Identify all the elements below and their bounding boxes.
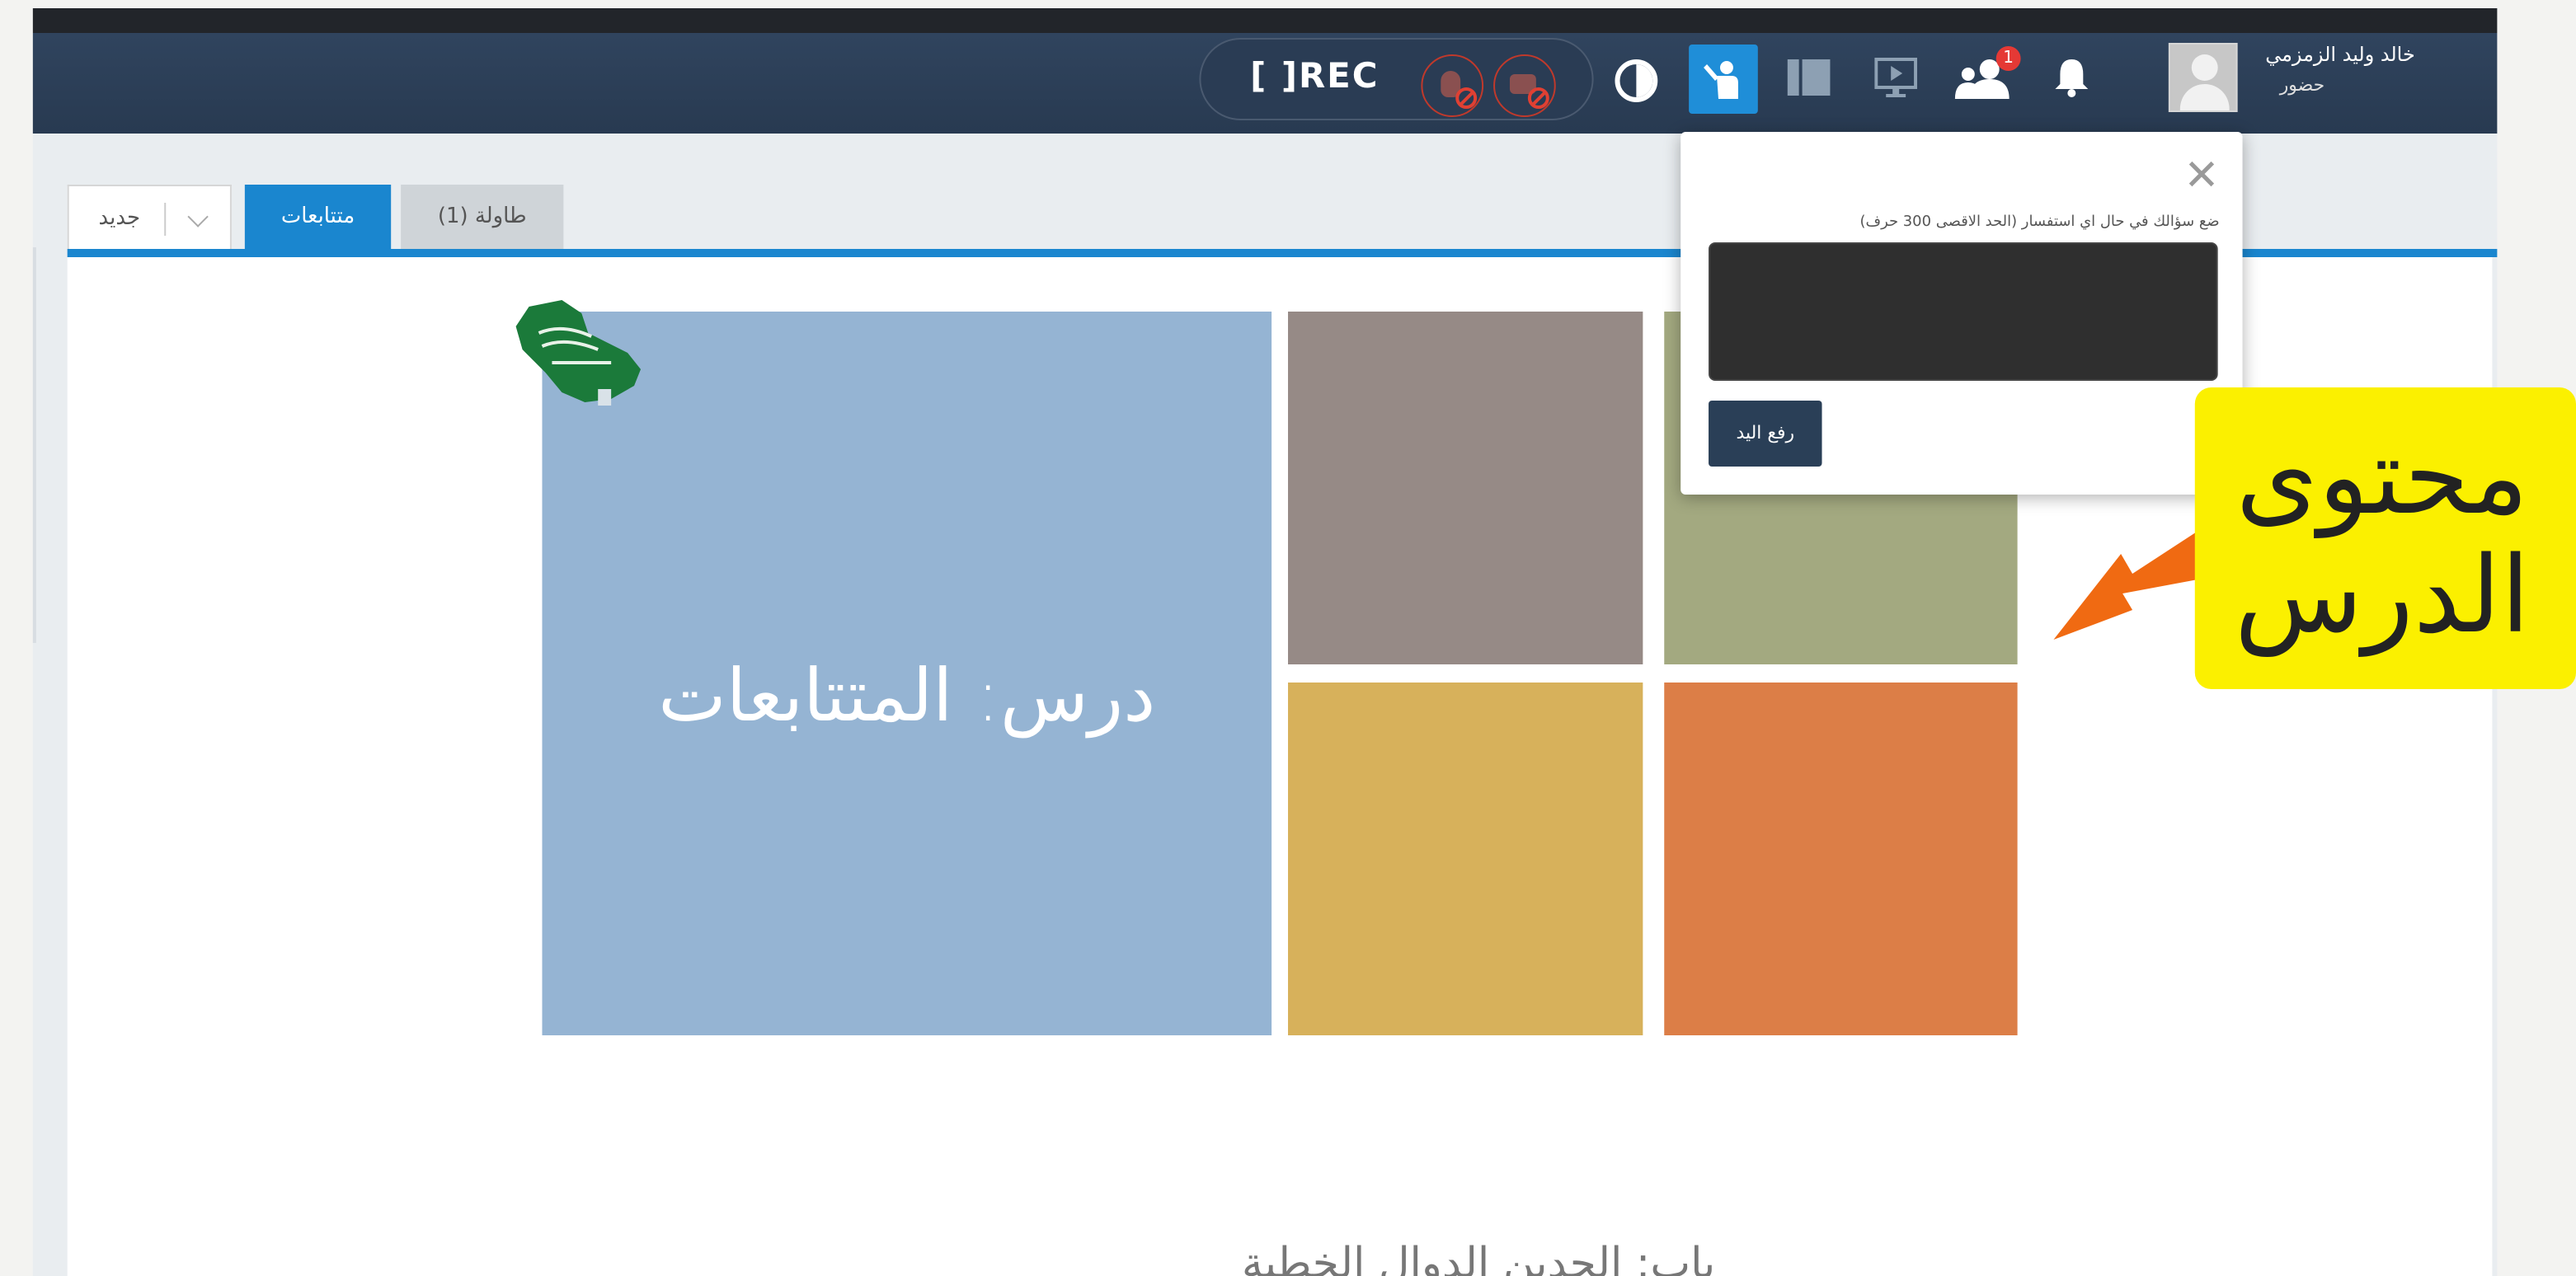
- record-media-group: [ ]REC: [1199, 38, 1594, 120]
- screen: [ ]REC 1 خالد وليد الزمزمي حضور جديد متت…: [0, 0, 2576, 1276]
- tab-new-label: جديد: [98, 206, 140, 231]
- close-icon[interactable]: ✕: [2183, 155, 2219, 198]
- camera-off-icon[interactable]: [1493, 54, 1556, 117]
- contrast-icon[interactable]: [1615, 59, 1658, 102]
- saudi-map-flag-icon: [515, 300, 642, 406]
- callout-line-1: محتوى: [2235, 417, 2529, 539]
- tab-divider: [164, 203, 167, 236]
- raise-hand-submit-button[interactable]: رفع اليد: [1709, 401, 1822, 467]
- layout-icon[interactable]: [1787, 59, 1831, 96]
- tab-sequences[interactable]: متتابعات: [244, 185, 392, 251]
- raise-hand-icon: [1704, 61, 1738, 99]
- callout-line-2: الدرس: [2234, 536, 2531, 658]
- slide-title-tile: درس: المتتابعات: [542, 312, 1272, 1035]
- lesson-content-callout: محتوى الدرس: [2194, 387, 2576, 689]
- window-top-strip: [32, 8, 2498, 33]
- bell-icon[interactable]: [2053, 58, 2089, 97]
- user-role: حضور: [2279, 74, 2325, 96]
- chevron-down-icon[interactable]: [187, 206, 209, 228]
- screen-share-icon[interactable]: [1874, 58, 1918, 97]
- raise-hand-button[interactable]: [1689, 45, 1758, 114]
- popup-hint: ضع سؤالك في حال اي استفسار (الحد الاقصى …: [1859, 214, 2220, 231]
- user-name: خالد وليد الزمزمي: [2265, 43, 2415, 66]
- slide-subtitle: باب: الحدين الدوال الخطية: [1241, 1240, 1716, 1276]
- avatar[interactable]: [2168, 43, 2238, 112]
- participants-badge: 1: [1995, 46, 2021, 71]
- slide-tile-grey: [1288, 312, 1643, 664]
- tab-new[interactable]: جديد: [67, 185, 232, 251]
- raise-hand-popup: ✕ ضع سؤالك في حال اي استفسار (الحد الاقص…: [1681, 132, 2243, 495]
- mic-off-icon[interactable]: [1421, 54, 1484, 117]
- slide-tile-orange: [1664, 683, 2018, 1035]
- tab-table[interactable]: طاولة (1): [401, 185, 564, 251]
- left-edge-divider: [32, 247, 36, 643]
- question-textarea[interactable]: [1709, 242, 2218, 381]
- slide-tile-mustard: [1288, 683, 1643, 1035]
- record-button[interactable]: [ ]REC: [1250, 56, 1379, 96]
- slide-title: درس: المتتابعات: [658, 654, 1156, 739]
